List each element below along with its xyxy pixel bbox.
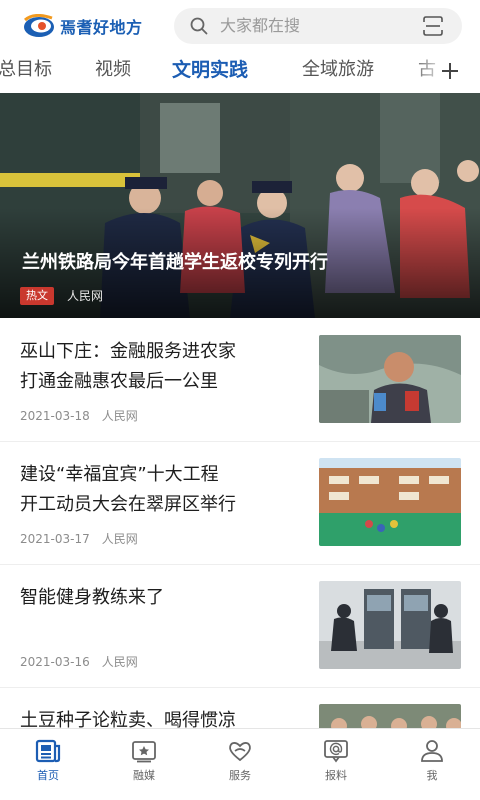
nav-label: 融媒 (133, 769, 155, 782)
news-title-line: 智能健身教练来了 (20, 587, 164, 608)
news-meta: 2021-03-18 人民网 (20, 407, 138, 424)
news-thumbnail[interactable] (319, 335, 461, 423)
news-title-line: 开工动员大会在翠屏区举行 (20, 494, 236, 515)
news-title-line: 建设“幸福宜宾”十大工程 (20, 464, 219, 485)
news-title[interactable]: 巫山下庄：金融服务进农家 打通金融惠农最后一公里 (20, 337, 305, 397)
user-icon (421, 740, 443, 762)
search-bar[interactable]: 大家都在搜 (174, 8, 462, 44)
news-date: 2021-03-16 (20, 655, 90, 669)
nav-label: 首页 (37, 769, 59, 782)
scan-icon[interactable] (422, 15, 444, 37)
app-logo[interactable]: 焉耆好地方 (22, 12, 143, 40)
nav-home[interactable]: 首页 (0, 729, 96, 800)
search-placeholder: 大家都在搜 (220, 16, 301, 35)
tab-video[interactable]: 视频 (95, 58, 131, 82)
tab-tourism[interactable]: 全域旅游 (302, 58, 374, 82)
news-title[interactable]: 智能健身教练来了 (20, 583, 305, 613)
banner-source: 人民网 (67, 289, 104, 303)
nav-label: 报料 (325, 769, 347, 782)
news-source: 人民网 (101, 532, 138, 546)
news-title-line: 巫山下庄：金融服务进农家 (20, 341, 236, 362)
tab-civilization-practice[interactable]: 文明实践 (172, 58, 248, 82)
newspaper-icon (35, 739, 61, 763)
at-message-icon (324, 740, 348, 763)
plus-icon[interactable] (440, 61, 460, 81)
news-title-line: 打通金融惠农最后一公里 (20, 371, 218, 392)
nav-label: 服务 (229, 769, 251, 782)
news-thumbnail[interactable] (319, 581, 461, 669)
news-source: 人民网 (101, 655, 138, 669)
search-icon (190, 17, 208, 35)
news-source: 人民网 (101, 409, 138, 423)
tab-overall-goal[interactable]: 总目标 (0, 58, 52, 82)
category-tabs: 总目标 视频 文明实践 全域旅游 古 (0, 52, 480, 92)
featured-banner[interactable]: 兰州铁路局今年首趟学生返校专列开行 热文 人民网 (0, 93, 480, 318)
hot-badge: 热文 (20, 287, 54, 305)
media-icon (132, 741, 156, 763)
nav-service[interactable]: 服务 (192, 729, 288, 800)
news-meta: 2021-03-17 人民网 (20, 530, 138, 547)
logo-icon (24, 14, 54, 37)
news-item-1[interactable]: 巫山下庄：金融服务进农家 打通金融惠农最后一公里 2021-03-18 人民网 (0, 319, 480, 442)
app-header: 焉耆好地方 大家都在搜 (0, 0, 480, 52)
nav-label: 我 (426, 769, 438, 782)
news-date: 2021-03-17 (20, 532, 90, 546)
nav-media[interactable]: 融媒 (96, 729, 192, 800)
news-item-3[interactable]: 智能健身教练来了 2021-03-16 人民网 (0, 565, 480, 688)
heart-hands-icon (229, 742, 251, 762)
nav-me[interactable]: 我 (384, 729, 480, 800)
banner-title[interactable]: 兰州铁路局今年首趟学生返校专列开行 (22, 251, 328, 275)
news-thumbnail[interactable] (319, 458, 461, 546)
news-meta: 2021-03-16 人民网 (20, 653, 138, 670)
bottom-nav: 首页 融媒 服务 报料 我 (0, 728, 480, 800)
nav-report[interactable]: 报料 (288, 729, 384, 800)
news-date: 2021-03-18 (20, 409, 90, 423)
logo-text: 焉耆好地方 (60, 18, 143, 37)
news-title[interactable]: 建设“幸福宜宾”十大工程 开工动员大会在翠屏区举行 (20, 460, 305, 520)
news-item-2[interactable]: 建设“幸福宜宾”十大工程 开工动员大会在翠屏区举行 2021-03-17 人民网 (0, 442, 480, 565)
